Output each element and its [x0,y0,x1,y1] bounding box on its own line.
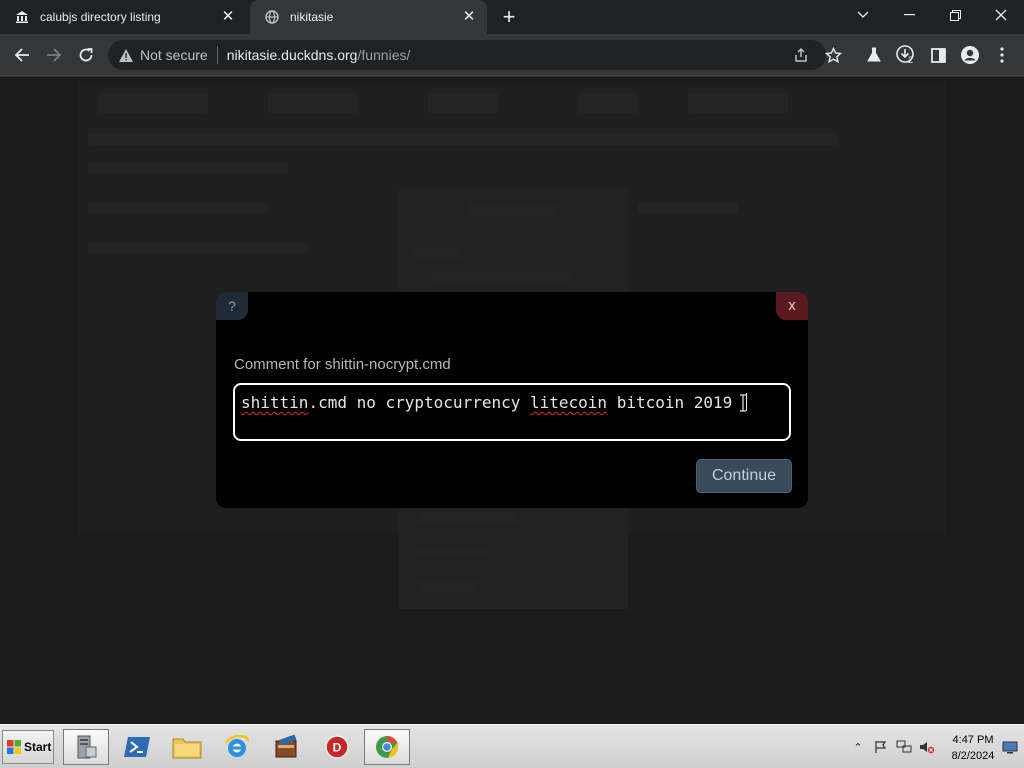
labs-flask-icon[interactable] [862,43,886,67]
input-text: .cmd no cryptocurrency [308,393,530,412]
action-center-flag-icon[interactable] [871,737,891,757]
reload-button[interactable] [74,43,98,67]
input-text: bitcoin 2019 [607,393,742,412]
archive-tool-icon[interactable] [264,729,310,765]
powershell-icon[interactable] [114,729,160,765]
misspelled-word: shittin [241,393,309,412]
server-manager-icon[interactable] [63,729,109,765]
volume-muted-icon[interactable] [917,737,937,757]
restore-icon [949,9,961,21]
address-bar[interactable]: Not secure nikitasie.duckdns.org/funnies… [108,40,826,70]
text-cursor-icon [740,394,746,412]
clock-time: 4:47 PM [952,734,994,746]
minimize-icon [903,14,915,16]
misspelled-word: litecoin [530,393,608,412]
window-close-button[interactable] [978,0,1024,30]
help-button[interactable]: ? [216,292,248,320]
show-desktop-icon[interactable] [998,729,1022,765]
minimize-button[interactable] [886,0,932,30]
close-icon[interactable]: ✕ [461,9,477,25]
share-icon[interactable] [792,46,810,64]
file-explorer-icon[interactable] [164,729,210,765]
page-content: ? x Comment for shittin-nocrypt.cmd shit… [0,77,1024,724]
download-icon [896,45,914,63]
windows-logo-icon [7,740,21,754]
back-button[interactable] [10,43,34,67]
taskbar-clock[interactable]: 4:47 PM 8/2/2024 [944,732,1002,764]
tab-title: calubjs directory listing [40,10,161,24]
internet-explorer-icon[interactable] [214,729,260,765]
close-icon [995,9,1007,21]
downloads-button[interactable]: 2 [894,43,918,67]
forward-arrow-icon [47,48,62,62]
start-button[interactable]: Start [2,730,54,764]
bookmark-star-icon[interactable] [824,46,842,64]
continue-button[interactable]: Continue [696,459,792,493]
tab-nikitasie[interactable]: nikitasie ✕ [250,0,487,34]
warning-icon [119,48,133,62]
reload-icon [79,48,93,62]
comment-label: Comment for shittin-nocrypt.cmd [234,356,451,373]
browser-toolbar: Not secure nikitasie.duckdns.org/funnies… [0,34,1024,76]
comment-input[interactable]: shittin.cmd no cryptocurrency litecoin b… [233,383,791,441]
download-count-badge: 2 [908,55,914,65]
tab-directory-listing[interactable]: calubjs directory listing ✕ [0,0,246,34]
dialog-close-button[interactable]: x [776,292,808,320]
new-tab-button[interactable]: + [497,6,521,30]
url-host: nikitasie.duckdns.org [226,47,358,63]
restore-button[interactable] [932,0,978,30]
chevron-down-icon [857,11,869,18]
forward-button[interactable] [42,43,66,67]
start-label: Start [24,740,52,754]
close-icon[interactable]: ✕ [220,9,236,25]
security-label[interactable]: Not secure [140,47,208,63]
tab-search-button[interactable] [840,0,886,30]
svg-text:D: D [333,741,342,755]
url-path: /funnies/ [357,47,411,63]
network-icon[interactable] [894,737,914,757]
taskbar: Start D ⌃ 4:47 PM 8/2/2024 [0,724,1024,768]
menu-kebab-icon[interactable] [990,43,1014,67]
back-arrow-icon [14,48,29,62]
side-panel-icon[interactable] [926,43,950,67]
dashlane-icon[interactable]: D [314,729,360,765]
tab-strip: calubjs directory listing ✕ nikitasie ✕ … [0,0,1024,34]
show-hidden-icons-chevron-icon[interactable]: ⌃ [848,737,868,757]
chrome-browser-icon[interactable] [364,729,410,765]
tab-title: nikitasie [290,10,334,24]
clock-date: 8/2/2024 [951,750,995,762]
omnibox-divider [216,46,218,64]
profile-avatar-icon[interactable] [958,43,982,67]
globe-icon [264,9,280,25]
bank-icon [14,9,30,25]
